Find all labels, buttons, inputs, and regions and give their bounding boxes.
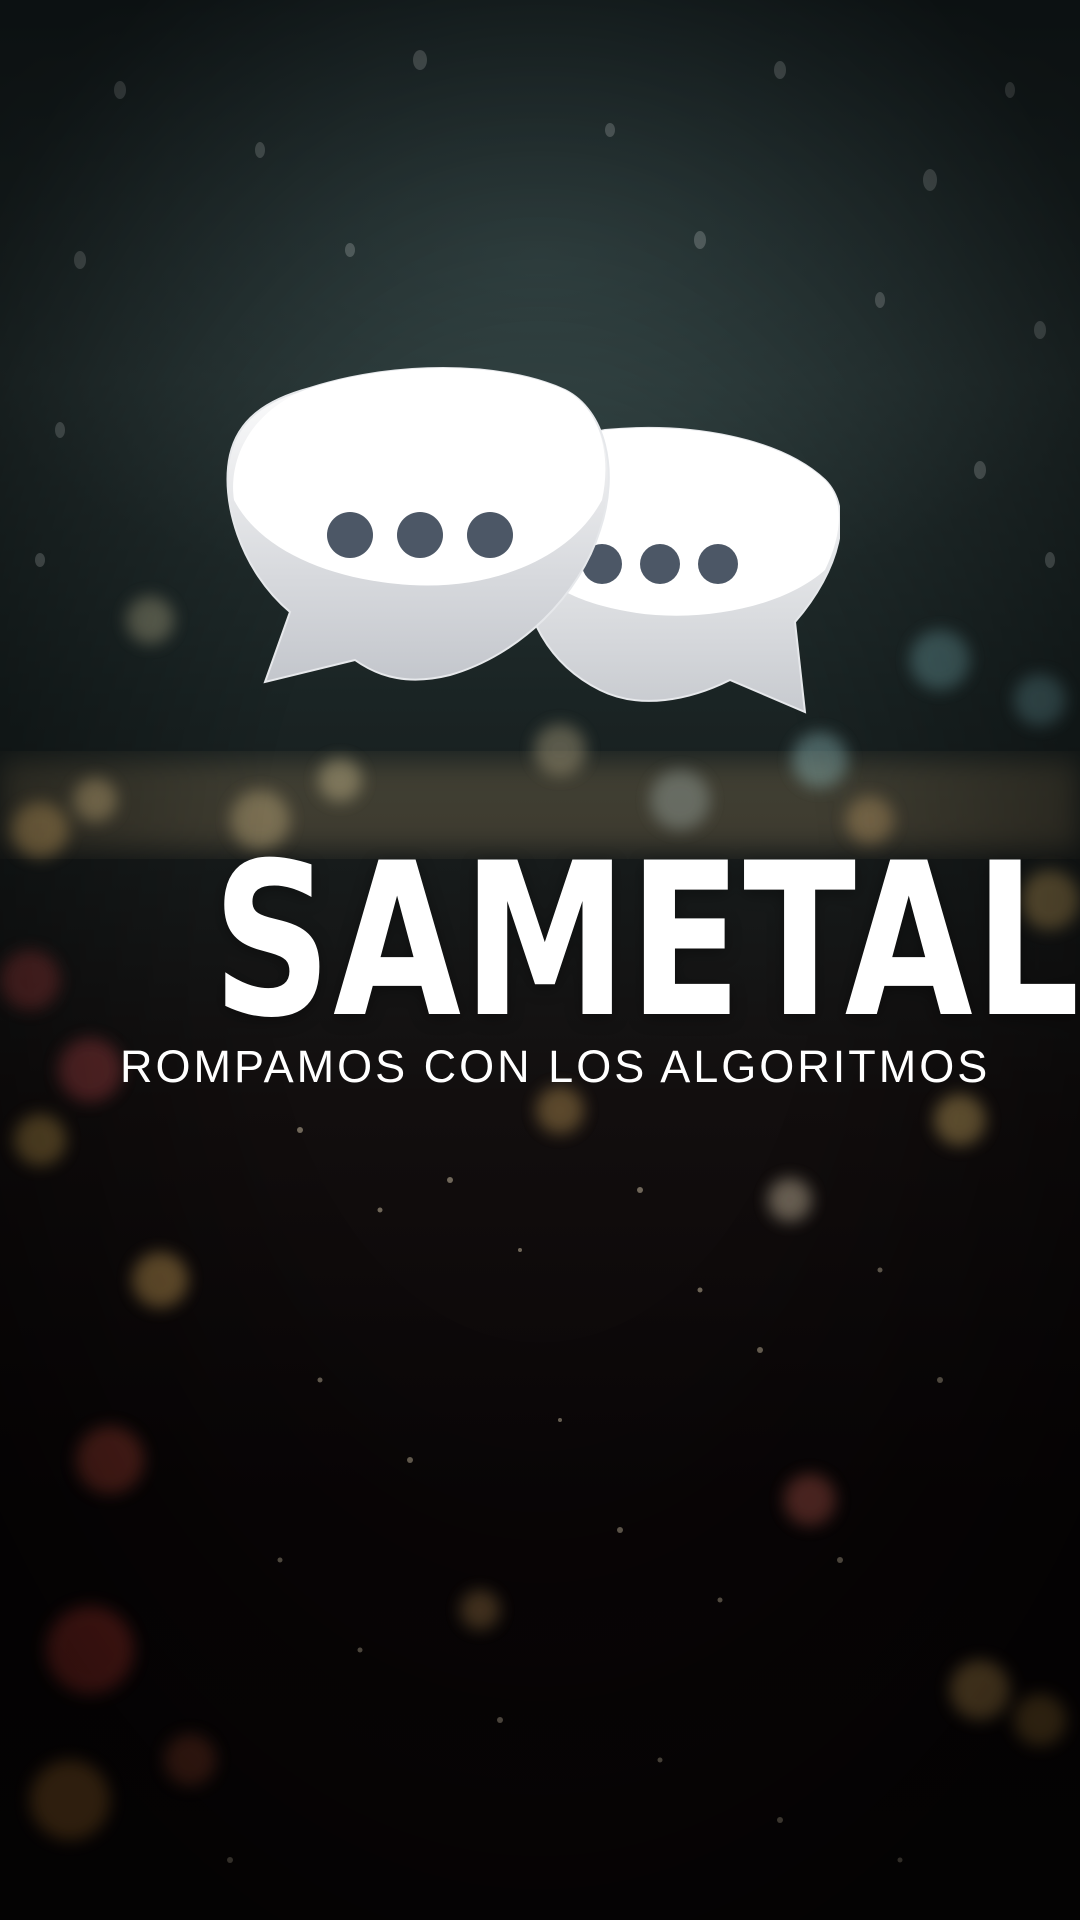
right-dot-3 [698, 544, 738, 584]
splash-screen: SAMETALK ROMPAMOS CON LOS ALGORITMOS [0, 0, 1080, 1920]
left-dot-2 [397, 512, 443, 558]
chat-bubbles-icon [226, 367, 840, 714]
left-dot-1 [327, 512, 373, 558]
left-dot-3 [467, 512, 513, 558]
brand-wordmark: SAMETALK [212, 817, 1080, 1064]
right-dot-2 [640, 544, 680, 584]
brand-logo: SAMETALK ROMPAMOS CON LOS ALGORITMOS [0, 0, 1080, 1920]
brand-tagline: ROMPAMOS CON LOS ALGORITMOS [120, 1041, 991, 1092]
